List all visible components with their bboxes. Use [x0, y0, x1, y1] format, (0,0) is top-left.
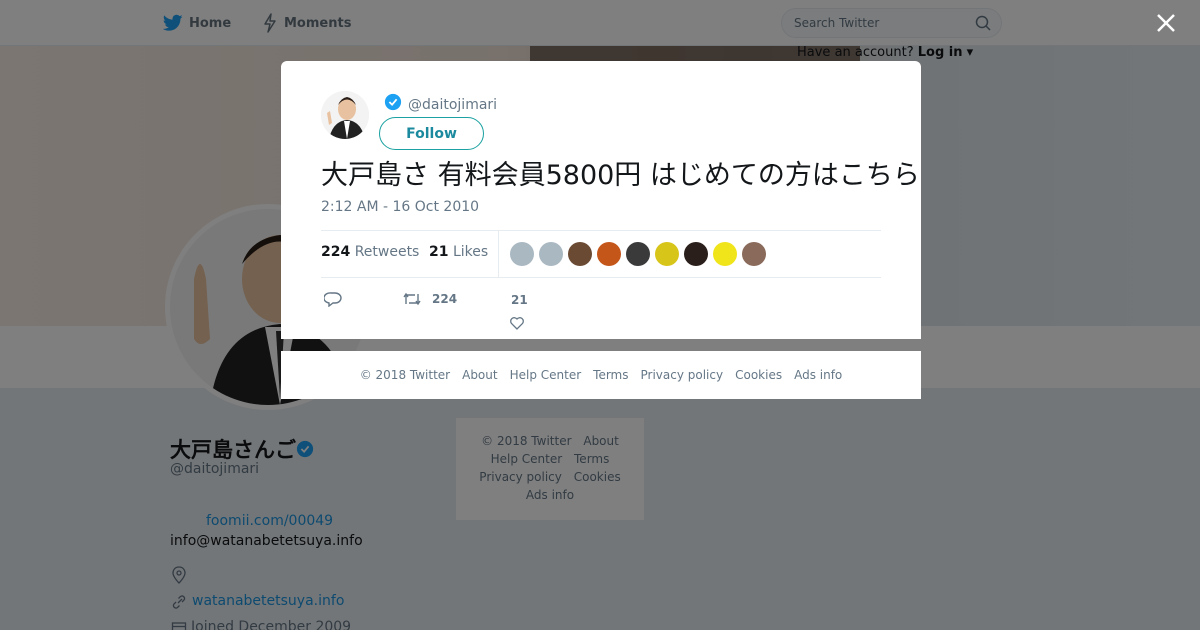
footer-copyright: © 2018 Twitter — [359, 368, 451, 382]
reply-icon — [324, 292, 342, 307]
liker-avatars — [510, 242, 771, 266]
tweet-modal: @daitojimari Follow 大戸島さ 有料会員5800円 はじめての… — [281, 61, 921, 339]
liker-avatar[interactable] — [597, 242, 621, 266]
tweet-actions: 224 21 — [321, 287, 881, 337]
tweet-author-avatar[interactable] — [321, 91, 369, 139]
liker-avatar[interactable] — [510, 242, 534, 266]
likes-label: Likes — [452, 244, 489, 260]
retweet-button[interactable]: 224 — [402, 291, 457, 307]
footer-cookies[interactable]: Cookies — [735, 368, 782, 382]
footer-ads[interactable]: Ads info — [794, 368, 842, 382]
liker-avatar[interactable] — [626, 242, 650, 266]
liker-avatar[interactable] — [568, 242, 592, 266]
modal-footer: © 2018 Twitter About Help Center Terms P… — [281, 351, 921, 399]
close-icon[interactable] — [1155, 12, 1177, 34]
liker-avatar[interactable] — [539, 242, 563, 266]
footer-privacy[interactable]: Privacy policy — [641, 368, 724, 382]
author-avatar-image — [321, 91, 369, 139]
verified-badge-icon — [384, 93, 402, 111]
reply-button[interactable] — [324, 291, 342, 307]
retweet-stat[interactable]: 224 Retweets — [321, 244, 419, 260]
footer-help[interactable]: Help Center — [510, 368, 582, 382]
heart-icon[interactable] — [509, 315, 525, 331]
stats-divider — [498, 231, 499, 278]
tweet-stats: 224 Retweets 21 Likes — [321, 230, 881, 278]
tweet-timestamp[interactable]: 2:12 AM - 16 Oct 2010 — [321, 199, 479, 215]
footer-terms[interactable]: Terms — [593, 368, 628, 382]
liker-avatar[interactable] — [655, 242, 679, 266]
retweet-label: Retweets — [354, 244, 420, 260]
liker-avatar[interactable] — [713, 242, 737, 266]
follow-button[interactable]: Follow — [379, 117, 484, 150]
likes-count: 21 — [429, 244, 449, 260]
retweet-action-count: 224 — [432, 292, 458, 306]
retweet-icon — [403, 292, 421, 306]
tweet-text: 大戸島さ 有料会員5800円 はじめての方はこちらからお申し込みください — [321, 160, 921, 191]
liker-avatar[interactable] — [742, 242, 766, 266]
footer-about[interactable]: About — [462, 368, 497, 382]
tweet-author-handle[interactable]: @daitojimari — [408, 97, 497, 113]
likes-stat[interactable]: 21 Likes — [429, 244, 488, 260]
overlay-top — [0, 0, 1200, 46]
like-action-count: 21 — [511, 293, 528, 307]
retweet-count: 224 — [321, 244, 351, 260]
liker-avatar[interactable] — [684, 242, 708, 266]
